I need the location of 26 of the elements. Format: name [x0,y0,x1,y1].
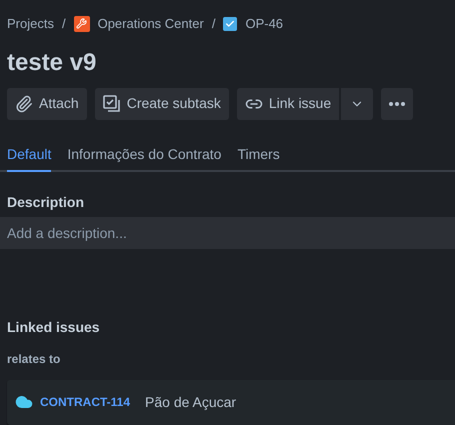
wrench-icon [74,16,90,32]
section-heading: Description [6,192,86,212]
tab[interactable]: Informações do Contrato [67,144,222,172]
attach-button[interactable]: Attach [7,88,87,120]
tab[interactable]: Timers [237,144,280,172]
issue-key-link[interactable]: CONTRACT-114 [40,393,130,411]
breadcrumb-link[interactable]: Projects [7,14,54,34]
relation-label: relates to [6,350,62,368]
link-issue-button[interactable]: Link issue [236,88,342,120]
breadcrumb-link[interactable]: Operations Center [98,14,204,34]
paperclip-icon [15,94,33,112]
subtask-icon [102,94,121,112]
breadcrumb-separator: / [212,15,216,33]
issue-title: teste v9 [6,48,98,78]
breadcrumb-link[interactable]: OP-46 [245,14,284,34]
cloud-icon [15,393,33,411]
more-button[interactable] [381,88,414,120]
section-heading: Linked issues [6,318,101,336]
more-icon [389,102,406,106]
tab[interactable]: Default [7,144,52,172]
issue-summary: Pão de Açucar [145,392,236,412]
create-subtask-button[interactable]: Create subtask [94,88,229,120]
breadcrumb-separator: / [62,15,66,33]
description-field[interactable]: Add a description... [0,216,455,248]
checkbox-icon [223,16,238,31]
linked-issue-card[interactable]: CONTRACT-114 Pão de Açucar [7,380,455,424]
